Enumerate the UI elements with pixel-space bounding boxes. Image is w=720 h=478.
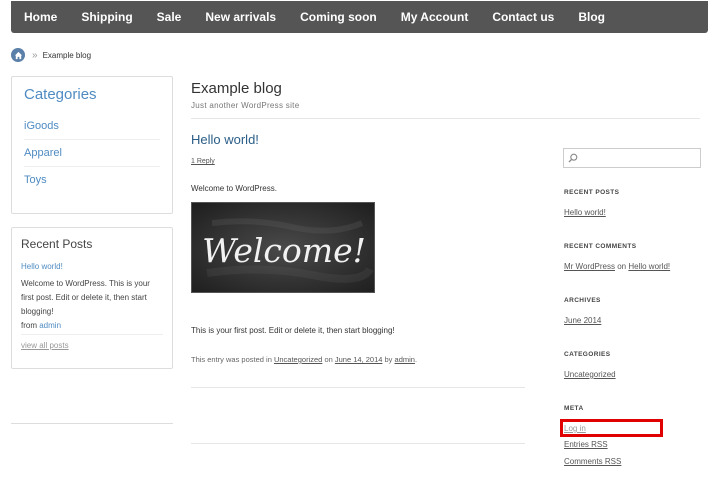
svg-text:Welcome!: Welcome!	[202, 231, 366, 270]
meta-period: .	[414, 355, 418, 364]
nav-contact-us[interactable]: Contact us	[492, 10, 554, 24]
site-tagline: Just another WordPress site	[191, 101, 300, 110]
comment-post-link[interactable]: Hello world!	[628, 262, 670, 271]
site-title[interactable]: Example blog	[191, 80, 531, 97]
categories-widget: Categories iGoods Apparel Toys	[11, 76, 173, 214]
post-date-link[interactable]: June 14, 2014	[335, 355, 383, 364]
sidebar-recent-comment: Mr WordPress on Hello world!	[564, 262, 670, 271]
entries-rss-row: Entries RSS	[564, 440, 608, 449]
reply-link[interactable]: 1 Reply	[191, 158, 215, 165]
post-divider	[191, 387, 525, 388]
recent-posts-widget-title: Recent Posts	[21, 237, 93, 251]
archive-link[interactable]: June 2014	[564, 316, 601, 325]
sidebar-recent-post-link[interactable]: Hello world!	[564, 208, 606, 217]
nav-my-account[interactable]: My Account	[401, 10, 469, 24]
meta-prefix: This entry was posted in	[191, 355, 272, 364]
site-header: Example blog Just another WordPress site	[191, 80, 531, 110]
sidebar-recent-post: Hello world!	[564, 208, 606, 217]
sidebar-category: Uncategorized	[564, 370, 616, 379]
breadcrumb-separator: »	[32, 49, 38, 61]
sidebar-category-link[interactable]: Uncategorized	[564, 370, 616, 379]
comment-author-link[interactable]: Mr WordPress	[564, 262, 615, 271]
meta-by: by	[384, 355, 393, 364]
comments-rss-link[interactable]: Comments RSS	[564, 457, 621, 466]
sidebar-categories-heading: CATEGORIES	[564, 351, 611, 358]
entry-meta: This entry was posted in Uncategorized o…	[191, 355, 417, 364]
nav-shipping[interactable]: Shipping	[81, 10, 132, 24]
nav-home[interactable]: Home	[24, 10, 57, 24]
category-link-apparel[interactable]: Apparel	[24, 140, 160, 167]
recent-post-author: from admin	[21, 321, 163, 335]
meta-heading: META	[564, 405, 584, 412]
breadcrumb: » Example blog	[11, 48, 91, 62]
comment-on-label: on	[617, 262, 627, 271]
meta-on: on	[324, 355, 333, 364]
post-category-link[interactable]: Uncategorized	[274, 355, 322, 364]
nav-blog[interactable]: Blog	[578, 10, 605, 24]
from-label: from	[21, 321, 37, 330]
category-link-toys[interactable]: Toys	[24, 167, 160, 193]
post-intro: Welcome to WordPress.	[191, 184, 277, 193]
archives-heading: ARCHIVES	[564, 297, 601, 304]
recent-post-author-link[interactable]: admin	[39, 321, 61, 330]
search-input[interactable]	[563, 148, 701, 168]
post-title[interactable]: Hello world!	[191, 132, 259, 147]
welcome-chalkboard-image: Welcome!	[191, 202, 375, 293]
post-body: This is your first post. Edit or delete …	[191, 326, 395, 335]
nav-new-arrivals[interactable]: New arrivals	[205, 10, 276, 24]
widget-divider	[11, 420, 173, 424]
categories-widget-title: Categories	[24, 86, 97, 103]
category-link-igoods[interactable]: iGoods	[24, 113, 160, 140]
search-icon	[568, 153, 578, 163]
login-highlight-box	[560, 419, 663, 437]
recent-post-excerpt: Welcome to WordPress. This is your first…	[21, 279, 150, 316]
comments-divider	[191, 443, 525, 444]
main-navigation: Home Shipping Sale New arrivals Coming s…	[11, 1, 708, 33]
post-author-link[interactable]: admin	[395, 355, 415, 364]
recent-posts-widget: Recent Posts Hello world! Welcome to Wor…	[11, 227, 173, 369]
entries-rss-link[interactable]: Entries RSS	[564, 440, 608, 449]
sidebar-archive: June 2014	[564, 316, 601, 325]
home-icon[interactable]	[11, 48, 25, 62]
header-divider	[191, 118, 700, 119]
recent-posts-heading: RECENT POSTS	[564, 189, 620, 196]
comments-rss-row: Comments RSS	[564, 457, 621, 466]
recent-comments-heading: RECENT COMMENTS	[564, 243, 637, 250]
nav-coming-soon[interactable]: Coming soon	[300, 10, 377, 24]
nav-sale[interactable]: Sale	[157, 10, 182, 24]
recent-post-link[interactable]: Hello world!	[21, 262, 163, 271]
breadcrumb-current: Example blog	[42, 50, 92, 60]
view-all-posts-link[interactable]: view all posts	[21, 341, 163, 350]
